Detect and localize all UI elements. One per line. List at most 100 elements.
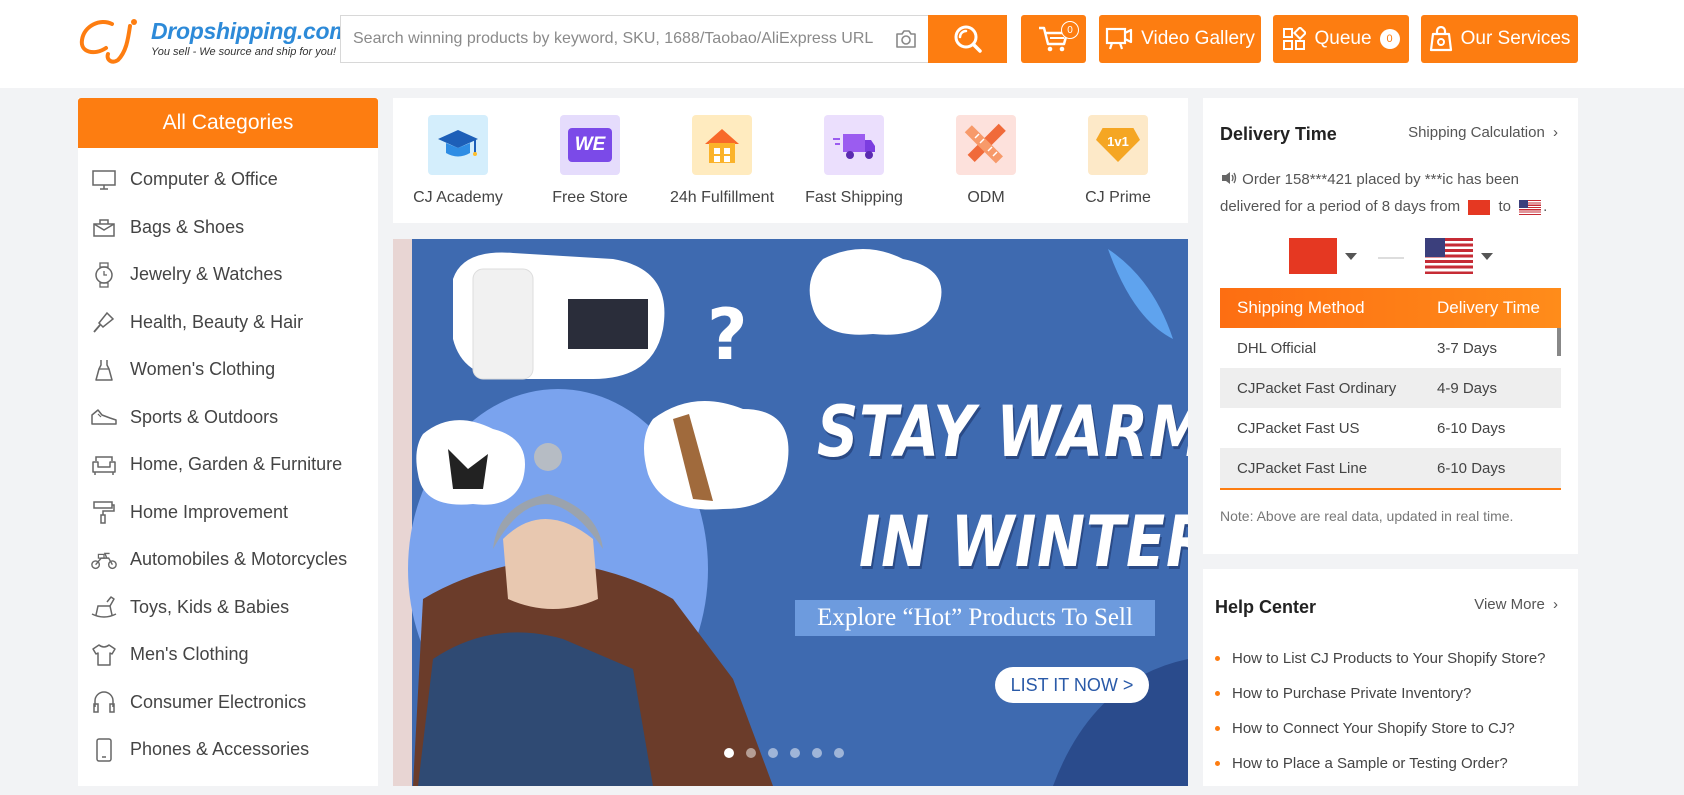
banner-subtitle: Explore “Hot” Products To Sell — [795, 600, 1155, 636]
search-input[interactable] — [353, 16, 883, 62]
banner-title-line1: STAY WARM — [817, 391, 1188, 473]
category-item-consumer-electronics[interactable]: Consumer Electronics — [78, 679, 378, 727]
chevron-right-icon: › — [1553, 124, 1558, 141]
table-cell-time: 4-9 Days — [1437, 379, 1498, 397]
quick-link-free-store[interactable]: WE Free Store — [530, 115, 650, 215]
we-store-icon-text: WE — [568, 128, 612, 162]
table-row: CJPacket Fast Line 6-10 Days — [1220, 448, 1561, 488]
category-label: Sports & Outdoors — [130, 406, 279, 427]
table-body[interactable]: DHL Official 3-7 Days CJPacket Fast Ordi… — [1220, 328, 1561, 488]
table-cell-time: 6-10 Days — [1437, 419, 1506, 437]
table-row: DHL Official 3-7 Days — [1220, 328, 1561, 368]
quick-links-bar: CJ Academy WE Free Store 24h Fulfillment… — [393, 98, 1188, 223]
camera-icon[interactable] — [894, 28, 918, 50]
category-label: Home Improvement — [130, 501, 289, 522]
search-box — [340, 15, 928, 63]
shipping-methods-table: Shipping Method Delivery Time DHL Offici… — [1220, 288, 1561, 490]
carousel-dot[interactable] — [724, 748, 734, 758]
help-article-link[interactable]: How to Purchase Private Inventory? — [1215, 676, 1546, 711]
logo-name: Dropshipping.com — [151, 18, 350, 44]
table-row: CJPacket Fast Ordinary 4-9 Days — [1220, 368, 1561, 408]
help-center-panel: Help Center View More › How to List CJ P… — [1203, 569, 1578, 786]
category-item-automobiles[interactable]: Automobiles & Motorcycles — [78, 536, 378, 584]
table-cell-method: CJPacket Fast Ordinary — [1237, 379, 1397, 397]
category-item-womens-clothing[interactable]: Women's Clothing — [78, 346, 378, 394]
logo-tagline: You sell - We source and ship for you! — [151, 46, 337, 58]
view-more-link[interactable]: View More › — [1474, 596, 1558, 613]
carousel-dot[interactable] — [790, 748, 800, 758]
all-categories-header[interactable]: All Categories — [78, 98, 378, 148]
search-button[interactable] — [928, 15, 1007, 63]
quick-link-label: 24h Fulfillment — [669, 189, 775, 206]
chevron-down-icon — [1481, 252, 1493, 260]
carousel-dot[interactable] — [834, 748, 844, 758]
delivery-time-panel: Delivery Time Shipping Calculation › Ord… — [1203, 98, 1578, 554]
category-label: Women's Clothing — [130, 359, 276, 380]
category-item-phones[interactable]: Phones & Accessories — [78, 726, 378, 774]
origin-country-select[interactable] — [1289, 238, 1357, 274]
video-gallery-button[interactable]: Video Gallery — [1099, 15, 1261, 63]
carousel-dot[interactable] — [746, 748, 756, 758]
category-item-home-improvement[interactable]: Home Improvement — [78, 489, 378, 537]
quick-link-label: CJ Academy — [413, 189, 503, 206]
top-header: Dropshipping.com You sell - We source an… — [0, 0, 1684, 88]
category-item-jewelry-watches[interactable]: Jewelry & Watches — [78, 251, 378, 299]
list-it-now-button[interactable]: LIST IT NOW > — [995, 667, 1149, 703]
help-article-link[interactable]: How to Place a Sample or Testing Order? — [1215, 746, 1546, 781]
site-logo[interactable]: Dropshipping.com You sell - We source an… — [78, 16, 350, 66]
prime-icon-text: 1v1 — [1096, 128, 1140, 162]
help-article-link[interactable]: How to List CJ Products to Your Shopify … — [1215, 641, 1546, 676]
category-item-mens-clothing[interactable]: Men's Clothing — [78, 631, 378, 679]
categories-panel: All Categories Computer & Office Bags & … — [78, 98, 378, 786]
motorcycle-icon — [90, 546, 118, 574]
table-cell-time: 3-7 Days — [1437, 339, 1498, 357]
category-label: Consumer Electronics — [130, 691, 307, 712]
shipping-calculation-label: Shipping Calculation — [1408, 124, 1545, 141]
category-label: Bags & Shoes — [130, 216, 245, 237]
category-item-home-garden[interactable]: Home, Garden & Furniture — [78, 441, 378, 489]
cj-logo-icon — [79, 19, 137, 64]
table-cell-time: 6-10 Days — [1437, 459, 1506, 477]
search-icon — [954, 25, 982, 53]
delivery-note: Note: Above are real data, updated in re… — [1220, 508, 1514, 524]
carousel-dot[interactable] — [812, 748, 822, 758]
help-article-list: How to List CJ Products to Your Shopify … — [1215, 641, 1546, 781]
quick-link-odm[interactable]: ODM — [926, 115, 1046, 215]
category-label: Jewelry & Watches — [130, 264, 283, 285]
dress-icon — [90, 356, 118, 384]
quick-link-cj-prime[interactable]: 1v1 CJ Prime — [1058, 115, 1178, 215]
category-item-sports-outdoors[interactable]: Sports & Outdoors — [78, 394, 378, 442]
video-icon — [1106, 27, 1133, 50]
category-item-bags-shoes[interactable]: Bags & Shoes — [78, 204, 378, 252]
video-gallery-label: Video Gallery — [1141, 28, 1255, 49]
quick-link-fast-shipping[interactable]: Fast Shipping — [794, 115, 914, 215]
queue-button[interactable]: Queue 0 — [1273, 15, 1409, 63]
quick-link-24h-fulfillment[interactable]: 24h Fulfillment — [662, 115, 782, 215]
queue-count-badge: 0 — [1379, 29, 1400, 49]
table-cell-method: DHL Official — [1237, 339, 1317, 357]
paint-roller-icon — [90, 498, 118, 526]
speaker-icon — [1222, 172, 1237, 184]
watch-icon — [90, 261, 118, 289]
quick-link-cj-academy[interactable]: CJ Academy — [398, 115, 518, 215]
column-header-time: Delivery Time — [1437, 298, 1540, 317]
queue-label: Queue — [1314, 28, 1372, 49]
table-scrollbar[interactable] — [1557, 328, 1561, 356]
category-item-computer-office[interactable]: Computer & Office — [78, 156, 378, 204]
sneaker-icon — [90, 403, 118, 431]
shipping-calculation-link[interactable]: Shipping Calculation › — [1408, 124, 1558, 141]
category-label: Health, Beauty & Hair — [130, 311, 304, 332]
delivery-notice: Order 158***421 placed by ***ic has been… — [1220, 171, 1548, 215]
destination-country-select[interactable] — [1425, 238, 1493, 274]
truck-icon — [824, 115, 884, 175]
house-icon — [692, 115, 752, 175]
category-label: Computer & Office — [130, 169, 278, 190]
help-article-link[interactable]: How to Connect Your Shopify Store to CJ? — [1215, 711, 1546, 746]
promo-banner[interactable]: ? STAY WARM IN WINTER Explore “Hot” Prod… — [393, 239, 1188, 786]
category-item-toys-kids[interactable]: Toys, Kids & Babies — [78, 584, 378, 632]
delivery-time-title: Delivery Time — [1220, 124, 1337, 144]
carousel-dot[interactable] — [768, 748, 778, 758]
our-services-button[interactable]: Our Services — [1421, 15, 1578, 63]
cart-button[interactable]: 0 — [1021, 15, 1086, 63]
category-item-health-beauty[interactable]: Health, Beauty & Hair — [78, 299, 378, 347]
